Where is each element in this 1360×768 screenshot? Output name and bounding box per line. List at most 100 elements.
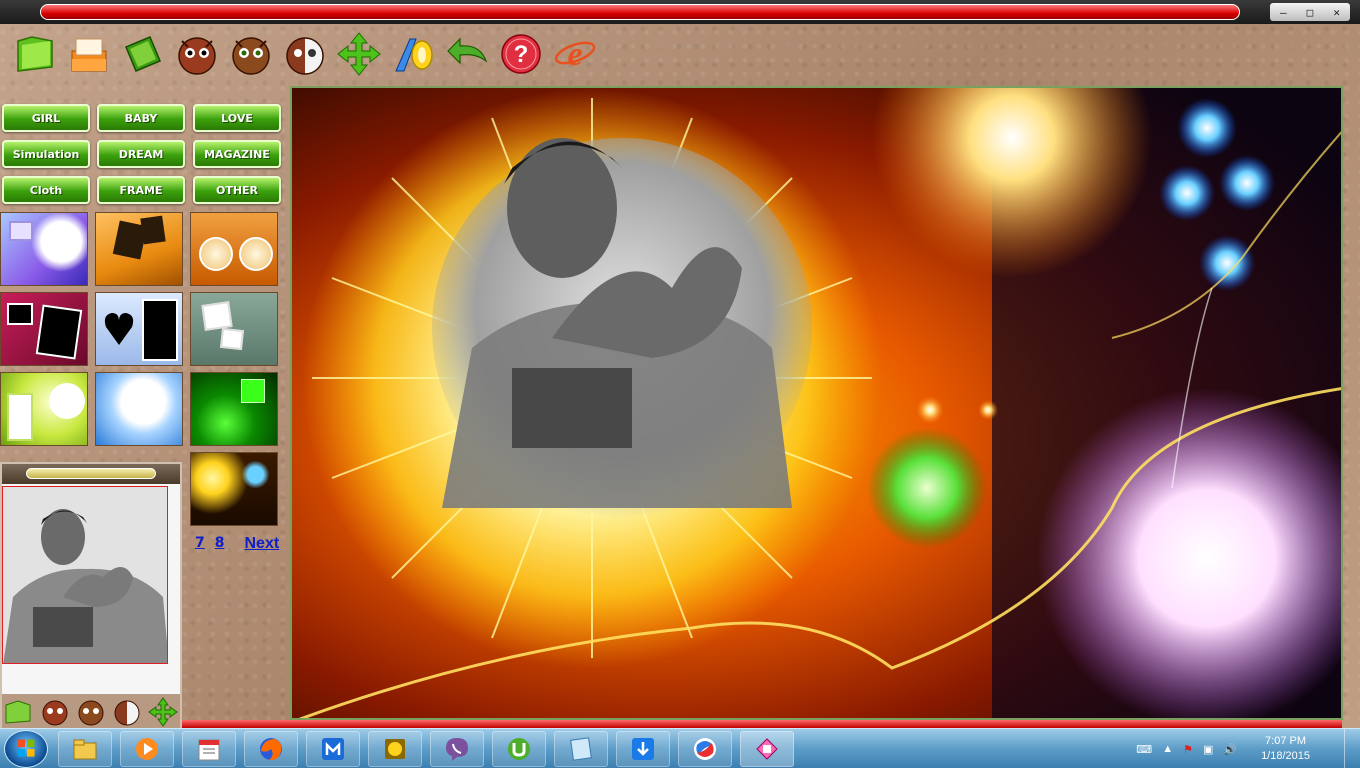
category-cloth-button[interactable]: Cloth — [2, 176, 90, 204]
internet-explorer-button[interactable]: e — [550, 29, 600, 79]
calendar-icon — [198, 739, 220, 761]
clock-date: 1/18/2015 — [1261, 750, 1310, 762]
page-8-link[interactable]: 8 — [215, 535, 225, 553]
template-thumbnail[interactable] — [0, 292, 88, 366]
category-love-button[interactable]: LOVE — [193, 104, 281, 132]
category-dream-button[interactable]: DREAM — [97, 140, 185, 168]
text-tool-button[interactable] — [388, 29, 438, 79]
window-controls: – □ ✕ — [1270, 3, 1350, 21]
template-thumbnail[interactable] — [95, 292, 183, 366]
template-thumbnail[interactable] — [0, 372, 88, 446]
template-thumbnail[interactable] — [190, 292, 278, 366]
move-arrows-icon[interactable] — [148, 697, 178, 727]
main-toolbar: ? e — [0, 24, 1360, 84]
owl-green-icon[interactable] — [76, 697, 106, 727]
folder-open-icon[interactable] — [4, 697, 34, 727]
taskbar-browser[interactable] — [678, 731, 732, 767]
taskbar-notepad[interactable] — [554, 731, 608, 767]
show-desktop-button[interactable] — [1344, 729, 1360, 768]
notepad-icon — [570, 737, 592, 761]
template-thumbnail[interactable] — [95, 212, 183, 286]
taskbar-viber[interactable] — [430, 731, 484, 767]
green-card-icon — [125, 36, 161, 72]
owl-green-button[interactable] — [226, 29, 276, 79]
help-icon: ? — [501, 34, 541, 74]
template-thumbnail[interactable] — [190, 372, 278, 446]
move-arrows-icon — [337, 32, 381, 76]
owl-half-button[interactable] — [280, 29, 330, 79]
template-thumbnail[interactable] — [190, 212, 278, 286]
undo-button[interactable] — [442, 29, 492, 79]
owl-red-icon — [178, 37, 216, 75]
minimize-button[interactable]: – — [1273, 6, 1293, 19]
start-button[interactable] — [4, 730, 48, 768]
frame-tray-icon — [71, 38, 107, 72]
preview-toolbar — [2, 694, 180, 730]
taskbar-utorrent[interactable] — [492, 731, 546, 767]
taskbar-calendar[interactable] — [182, 731, 236, 767]
category-frame-button[interactable]: FRAME — [97, 176, 185, 204]
clock[interactable]: 7:07 PM 1/18/2015 — [1261, 734, 1310, 764]
template-thumbnail-selected[interactable] — [190, 452, 278, 526]
windows-taskbar: ⌨ ▲ ⚑ ▣ 🔊 7:07 PM 1/18/2015 — [0, 728, 1360, 768]
taskbar-game[interactable] — [368, 731, 422, 767]
svg-text:?: ? — [514, 41, 529, 68]
maxthon-icon — [322, 738, 344, 760]
svg-text:e: e — [567, 36, 582, 73]
game-icon — [385, 739, 405, 759]
media-player-icon — [136, 738, 158, 760]
firefox-icon — [260, 738, 282, 761]
green-card-button[interactable] — [118, 29, 168, 79]
taskbar-firefox[interactable] — [244, 731, 298, 767]
windows-logo-icon — [17, 739, 35, 757]
owl-half-icon — [286, 37, 324, 75]
open-folder-button[interactable] — [10, 29, 60, 79]
title-progress-bar — [40, 4, 1240, 20]
browser-icon — [694, 738, 716, 760]
taskbar-maxthon[interactable] — [306, 731, 360, 767]
download-icon — [632, 738, 654, 760]
restore-button[interactable]: □ — [1300, 6, 1320, 19]
owl-half-icon[interactable] — [112, 697, 142, 727]
taskbar-photo-frame-app[interactable] — [740, 731, 794, 767]
help-button[interactable]: ? — [496, 29, 546, 79]
windows-explorer-icon — [73, 739, 97, 760]
owl-green-icon — [232, 37, 270, 75]
preview-progress-bar — [26, 468, 156, 479]
title-bar: – □ ✕ — [0, 0, 1360, 24]
undo-arrow-icon — [447, 37, 488, 65]
bottom-red-strip — [182, 720, 1342, 728]
system-tray: ⌨ ▲ ⚑ ▣ 🔊 7:07 PM 1/18/2015 — [1136, 729, 1310, 768]
network-icon[interactable]: ▣ — [1203, 743, 1213, 756]
taskbar-explorer[interactable] — [58, 731, 112, 767]
close-button[interactable]: ✕ — [1327, 6, 1347, 19]
keyboard-icon[interactable]: ⌨ — [1136, 743, 1152, 756]
owl-red-icon[interactable] — [40, 697, 70, 727]
category-other-button[interactable]: OTHER — [193, 176, 281, 204]
utorrent-icon — [508, 738, 530, 760]
text-tool-icon — [395, 38, 433, 72]
category-simulation-button[interactable]: Simulation — [2, 140, 90, 168]
preview-title-bar[interactable] — [2, 464, 180, 484]
pagination: 7 8 Next — [195, 535, 279, 553]
category-baby-button[interactable]: BABY — [97, 104, 185, 132]
category-magazine-button[interactable]: MAGAZINE — [193, 140, 281, 168]
action-center-icon[interactable]: ⚑ — [1183, 743, 1193, 756]
template-thumbnail[interactable] — [95, 372, 183, 446]
template-thumbnail[interactable] — [0, 212, 88, 286]
owl-red-button[interactable] — [172, 29, 222, 79]
taskbar-download[interactable] — [616, 731, 670, 767]
next-page-link[interactable]: Next — [245, 535, 280, 553]
page-7-link[interactable]: 7 — [195, 535, 205, 553]
volume-icon[interactable]: 🔊 — [1223, 743, 1237, 756]
viber-icon — [446, 738, 468, 761]
category-girl-button[interactable]: GIRL — [2, 104, 90, 132]
taskbar-media-player[interactable] — [120, 731, 174, 767]
move-button[interactable] — [334, 29, 384, 79]
internet-explorer-icon: e — [554, 36, 596, 73]
frame-tray-button[interactable] — [64, 29, 114, 79]
show-hidden-icons-icon[interactable]: ▲ — [1162, 743, 1173, 755]
editor-canvas[interactable] — [290, 86, 1343, 720]
clock-time: 7:07 PM — [1265, 735, 1307, 747]
photo-frame-app-icon — [756, 738, 778, 760]
